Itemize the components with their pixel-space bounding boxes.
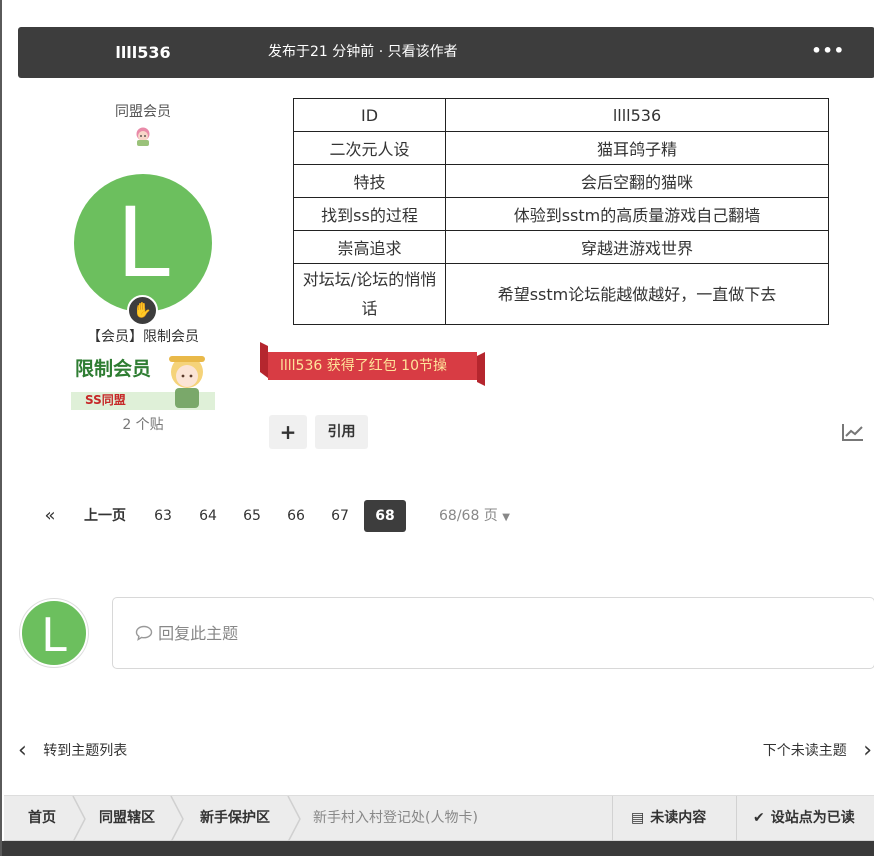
breadcrumb-separator bbox=[287, 796, 301, 842]
breadcrumb-separator bbox=[72, 796, 86, 842]
breadcrumb-separator bbox=[170, 796, 184, 842]
page-button-active[interactable]: 68 bbox=[364, 500, 406, 532]
add-button[interactable]: + bbox=[269, 415, 307, 449]
reply-input[interactable]: 回复此主题 bbox=[112, 597, 874, 669]
page-jump-dropdown[interactable]: 68/68 页 ▼ bbox=[439, 500, 510, 534]
profile-table: ID llll536 二次元人设 猫耳鸽子精 特技 会后空翻的猫咪 找到ss的过… bbox=[293, 98, 829, 325]
post-header: llll536 发布于21 分钟前 · 只看该作者 ••• bbox=[18, 27, 874, 78]
chart-icon[interactable] bbox=[842, 423, 864, 441]
first-page-button[interactable]: « bbox=[34, 500, 66, 532]
table-value: llll536 bbox=[445, 98, 829, 132]
rank-image-sub: SS同盟 bbox=[85, 393, 126, 407]
table-key: 二次元人设 bbox=[293, 131, 446, 165]
group-badge-icon bbox=[136, 127, 150, 146]
page-frame: llll536 发布于21 分钟前 · 只看该作者 ••• 同盟会员 L ✋ 【… bbox=[0, 0, 874, 856]
table-row: 特技 会后空翻的猫咪 bbox=[293, 164, 829, 198]
back-to-topic-list-label: 转到主题列表 bbox=[43, 743, 128, 759]
table-row: 找到ss的过程 体验到sstm的高质量游戏自己翻墙 bbox=[293, 197, 829, 231]
breadcrumb-item[interactable]: 同盟辖区 bbox=[99, 796, 155, 842]
post-author-name[interactable]: llll536 bbox=[18, 27, 268, 78]
table-key: ID bbox=[293, 98, 446, 132]
prev-page-button[interactable]: 上一页 bbox=[76, 500, 134, 532]
page-button[interactable]: 63 bbox=[146, 500, 180, 532]
next-unread-topic-label: 下个未读主题 bbox=[762, 743, 847, 759]
reply-avatar: L bbox=[20, 599, 88, 667]
table-value: 猫耳鸽子精 bbox=[445, 131, 829, 165]
table-key: 特技 bbox=[293, 164, 446, 198]
mark-site-read-button[interactable]: ✔ 设站点为已读 bbox=[736, 796, 874, 842]
breadcrumb-current: 新手村入村登记处(人物卡) bbox=[313, 810, 478, 826]
reward-text: llll536 获得了红包 10节操 bbox=[280, 358, 447, 374]
mark-site-read-label: 设站点为已读 bbox=[770, 810, 855, 826]
table-row: 二次元人设 猫耳鸽子精 bbox=[293, 131, 829, 165]
table-row: ID llll536 bbox=[293, 98, 829, 132]
author-avatar[interactable]: L bbox=[74, 174, 212, 312]
breadcrumb: 首页 同盟辖区 新手保护区 新手村入村登记处(人物卡) ▤ 未读内容 ✔ 设站点为已… bbox=[4, 795, 874, 842]
check-icon: ✔ bbox=[753, 810, 765, 826]
page-button[interactable]: 66 bbox=[279, 500, 313, 532]
chevron-right-icon: › bbox=[863, 738, 872, 763]
table-value: 体验到sstm的高质量游戏自己翻墙 bbox=[445, 197, 829, 231]
page-button[interactable]: 65 bbox=[235, 500, 269, 532]
breadcrumb-item[interactable]: 新手保护区 bbox=[200, 796, 270, 842]
table-row: 崇高追求 穿越进游戏世界 bbox=[293, 230, 829, 264]
rank-image: 限制会员 SS同盟 bbox=[71, 348, 215, 410]
next-unread-topic[interactable]: 下个未读主题 › bbox=[763, 738, 874, 764]
table-value: 穿越进游戏世界 bbox=[445, 230, 829, 264]
page-background-strip bbox=[2, 841, 874, 856]
group-title: 同盟会员 bbox=[115, 104, 171, 120]
chevron-left-icon: ‹ bbox=[18, 738, 27, 763]
page-button[interactable]: 67 bbox=[323, 500, 357, 532]
table-value: 会后空翻的猫咪 bbox=[445, 164, 829, 198]
reply-placeholder: 回复此主题 bbox=[135, 598, 238, 670]
unread-content-button[interactable]: ▤ 未读内容 bbox=[612, 796, 736, 842]
post-count: 2 个贴 bbox=[122, 417, 164, 433]
page-button[interactable]: 64 bbox=[191, 500, 225, 532]
back-to-topic-list[interactable]: ‹ 转到主题列表 bbox=[18, 738, 127, 764]
author-panel: 同盟会员 L ✋ 【会员】限制会员 限制会员 SS同盟 2 个贴 bbox=[62, 100, 224, 433]
breadcrumb-home[interactable]: 首页 bbox=[28, 796, 56, 842]
table-key: 对坛坛/论坛的悄悄话 bbox=[293, 263, 446, 325]
table-key: 找到ss的过程 bbox=[293, 197, 446, 231]
comment-icon bbox=[135, 625, 153, 641]
unread-content-label: 未读内容 bbox=[650, 810, 707, 826]
post-meta[interactable]: 发布于21 分钟前 · 只看该作者 bbox=[268, 27, 458, 78]
reply-placeholder-text: 回复此主题 bbox=[158, 624, 239, 643]
table-row: 对坛坛/论坛的悄悄话 希望sstm论坛能越做越好，一直做下去 bbox=[293, 263, 829, 325]
rank-title: 【会员】限制会员 bbox=[87, 329, 199, 345]
page-info: 68/68 页 bbox=[439, 508, 498, 524]
table-value: 希望sstm论坛能越做越好，一直做下去 bbox=[445, 263, 829, 325]
hand-badge-icon: ✋ bbox=[127, 295, 158, 326]
quote-button[interactable]: 引用 bbox=[315, 415, 368, 449]
caret-down-icon: ▼ bbox=[502, 512, 510, 523]
rank-image-title: 限制会员 bbox=[75, 357, 151, 380]
newspaper-icon: ▤ bbox=[631, 810, 645, 826]
more-options-icon[interactable]: ••• bbox=[811, 41, 845, 60]
table-key: 崇高追求 bbox=[293, 230, 446, 264]
